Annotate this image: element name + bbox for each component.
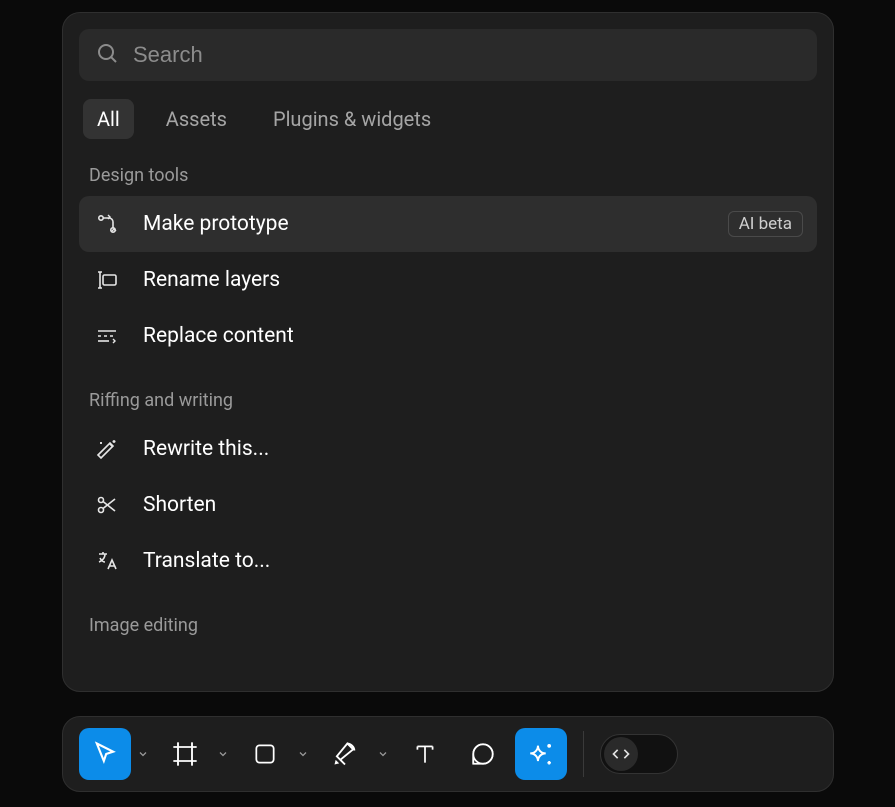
item-rename-layers[interactable]: Rename layers: [79, 252, 817, 308]
frame-tool-button[interactable]: [159, 728, 211, 780]
prototype-icon: [93, 210, 121, 238]
item-replace-content[interactable]: Replace content: [79, 308, 817, 364]
dev-mode-toggle[interactable]: [600, 734, 678, 774]
search-icon: [95, 41, 119, 69]
shape-tool-chevron[interactable]: [293, 728, 313, 780]
ai-beta-badge: AI beta: [728, 211, 803, 237]
pen-tool-button[interactable]: [319, 728, 371, 780]
dev-mode-icon: [604, 737, 638, 771]
section-riffing: Riffing and writing: [79, 390, 817, 411]
tool-group-shape: [239, 728, 313, 780]
scissors-icon: [93, 491, 121, 519]
filter-tabs: All Assets Plugins & widgets: [79, 99, 817, 139]
text-tool-button[interactable]: [399, 728, 451, 780]
actions-panel: All Assets Plugins & widgets Design tool…: [62, 12, 834, 692]
item-make-prototype[interactable]: Make prototype AI beta: [79, 196, 817, 252]
tab-all[interactable]: All: [83, 99, 134, 139]
item-rewrite[interactable]: Rewrite this...: [79, 421, 817, 477]
ai-actions-button[interactable]: [515, 728, 567, 780]
item-label: Rename layers: [143, 268, 803, 292]
toolbar-divider: [583, 731, 584, 777]
tool-group-pen: [319, 728, 393, 780]
magic-wand-icon: [93, 435, 121, 463]
comment-tool-button[interactable]: [457, 728, 509, 780]
search-input[interactable]: [133, 42, 801, 68]
bottom-toolbar: [62, 716, 834, 792]
item-label: Replace content: [143, 324, 803, 348]
section-design-tools: Design tools: [79, 165, 817, 186]
move-tool-chevron[interactable]: [133, 728, 153, 780]
item-label: Make prototype: [143, 212, 706, 236]
rename-icon: [93, 266, 121, 294]
translate-icon: [93, 547, 121, 575]
item-shorten[interactable]: Shorten: [79, 477, 817, 533]
replace-content-icon: [93, 322, 121, 350]
tool-group-move: [79, 728, 153, 780]
tab-assets[interactable]: Assets: [152, 99, 241, 139]
item-label: Shorten: [143, 493, 803, 517]
item-label: Rewrite this...: [143, 437, 803, 461]
pen-tool-chevron[interactable]: [373, 728, 393, 780]
shape-tool-button[interactable]: [239, 728, 291, 780]
item-translate[interactable]: Translate to...: [79, 533, 817, 589]
search-bar[interactable]: [79, 29, 817, 81]
tab-plugins[interactable]: Plugins & widgets: [259, 99, 445, 139]
item-label: Translate to...: [143, 549, 803, 573]
section-image-editing: Image editing: [79, 615, 817, 636]
tool-group-frame: [159, 728, 233, 780]
frame-tool-chevron[interactable]: [213, 728, 233, 780]
move-tool-button[interactable]: [79, 728, 131, 780]
